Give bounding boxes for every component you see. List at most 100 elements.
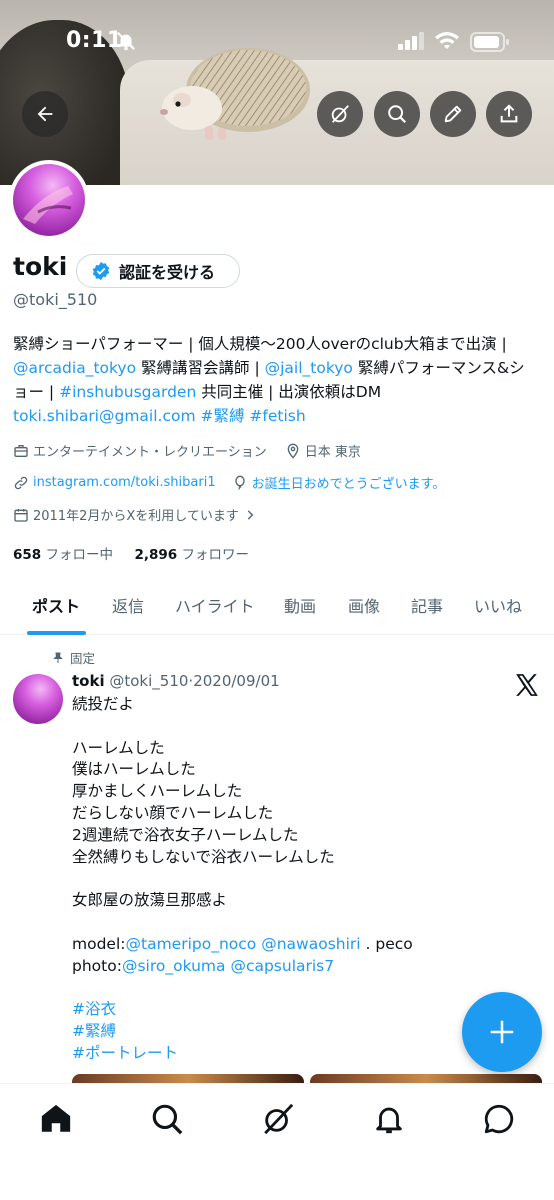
- link-icon: [14, 476, 28, 489]
- post-line: [72, 977, 413, 999]
- status-bar: 0:11: [0, 0, 554, 84]
- profile-website-link[interactable]: instagram.com/toki.shibari1: [33, 475, 216, 490]
- post-line: [72, 912, 413, 934]
- search-icon: [388, 105, 407, 124]
- bio-text: 緊縛ショーパフォーマー | 個人規模〜200人overのclub大箱まで出演 |: [13, 335, 507, 353]
- grok-nav-icon[interactable]: [261, 1102, 295, 1136]
- post-link[interactable]: @tameripo_noco: [126, 935, 257, 953]
- bell-icon[interactable]: [372, 1102, 406, 1136]
- birthday-message[interactable]: お誕生日おめでとうございます。: [252, 473, 446, 492]
- post-line: #浴衣: [72, 999, 413, 1021]
- share-icon: [500, 104, 518, 123]
- post-link[interactable]: @nawaoshiri: [261, 935, 360, 953]
- post-author[interactable]: toki: [72, 672, 105, 690]
- bio-text: 緊縛パフォーマンス&シ: [352, 359, 525, 377]
- edit-button[interactable]: [430, 91, 476, 137]
- avatar-image: [13, 164, 85, 236]
- post-line: #ポートレート: [72, 1043, 413, 1065]
- profile-category: エンターテイメント・レクリエーション: [33, 445, 267, 460]
- active-tab-indicator: [27, 631, 86, 635]
- profile-tabs: ポスト 返信 ハイライト 動画 画像 記事 いいね: [0, 583, 554, 635]
- post-date[interactable]: 2020/09/01: [193, 672, 279, 690]
- tab-photos[interactable]: 画像: [348, 593, 380, 617]
- bio-line: @arcadia_tokyo 緊縛講習会講師 | @jail_tokyo 緊縛パ…: [13, 356, 543, 380]
- pin-icon: [53, 652, 63, 663]
- grok-icon: [331, 105, 349, 123]
- followers-count: 2,896: [134, 547, 178, 563]
- post-avatar[interactable]: [13, 674, 63, 724]
- compose-button[interactable]: [462, 992, 542, 1072]
- verified-badge-icon: [92, 261, 110, 281]
- profile-meta-row-2: instagram.com/toki.shibari1 お誕生日おめでとうござい…: [13, 473, 445, 492]
- post-line: [72, 868, 413, 890]
- follow-stats: 658 フォロー中 2,896 フォロワー: [13, 543, 249, 563]
- chevron-right-icon: [247, 509, 254, 520]
- tab-videos[interactable]: 動画: [284, 593, 316, 617]
- back-button[interactable]: [22, 91, 68, 137]
- bio-text: ョー |: [13, 383, 60, 401]
- followers-link[interactable]: 2,896 フォロワー: [134, 547, 249, 563]
- profile-avatar[interactable]: [9, 160, 89, 240]
- pinned-label: 固定: [70, 651, 96, 666]
- post-line: photo:@siro_okuma @capsularis7: [72, 956, 413, 978]
- post-link[interactable]: @capsularis7: [230, 957, 334, 975]
- post-text: 全然縛りもしないで浴衣ハーレムした: [72, 847, 335, 866]
- share-button[interactable]: [486, 91, 532, 137]
- profile-handle: @toki_510: [13, 290, 98, 309]
- bio-link[interactable]: @arcadia_tokyo: [13, 359, 136, 377]
- plus-icon: [490, 1020, 514, 1044]
- bio-line: 緊縛ショーパフォーマー | 個人規模〜200人overのclub大箱まで出演 |: [13, 332, 543, 356]
- briefcase-icon: [14, 444, 28, 457]
- grok-button[interactable]: [317, 91, 363, 137]
- home-icon[interactable]: [39, 1102, 73, 1136]
- profile-bio: 緊縛ショーパフォーマー | 個人規模〜200人overのclub大箱まで出演 |…: [13, 332, 543, 428]
- calendar-icon: [14, 508, 28, 522]
- bio-link[interactable]: toki.shibari@gmail.com #緊縛 #fetish: [13, 407, 306, 425]
- profile-meta-row-1: エンターテイメント・レクリエーション 日本 東京: [13, 441, 361, 460]
- profile-location: 日本 東京: [304, 445, 361, 460]
- post-text: model:: [72, 934, 126, 953]
- tab-likes[interactable]: いいね: [474, 593, 522, 617]
- post-handle[interactable]: @toki_510: [109, 672, 188, 690]
- get-verified-button[interactable]: 認証を受ける: [76, 254, 240, 288]
- tab-highlights[interactable]: ハイライト: [175, 593, 255, 617]
- silent-bell-icon: [116, 31, 136, 51]
- post-link[interactable]: #浴衣: [72, 1000, 116, 1018]
- bio-line: toki.shibari@gmail.com #緊縛 #fetish: [13, 404, 543, 428]
- post-text: 厚かましくハーレムした: [72, 782, 243, 801]
- post-link[interactable]: @siro_okuma: [122, 957, 226, 975]
- post-header: toki @toki_510·2020/09/01: [72, 672, 280, 690]
- explore-icon[interactable]: [150, 1102, 184, 1136]
- post-line: 厚かましくハーレムした: [72, 781, 413, 803]
- bottom-navigation: [0, 1083, 554, 1200]
- pinned-indicator: 固定: [52, 648, 95, 667]
- post-line: だらしない顔でハーレムした: [72, 803, 413, 825]
- bio-link[interactable]: @jail_tokyo: [265, 359, 353, 377]
- post-line: ハーレムした: [72, 738, 413, 760]
- followers-label: フォロワー: [181, 547, 249, 563]
- display-name: toki: [13, 252, 68, 281]
- messages-icon[interactable]: [482, 1102, 516, 1136]
- tab-replies[interactable]: 返信: [112, 593, 144, 617]
- post-text: 女郎屋の放蕩旦那感よ: [72, 891, 228, 910]
- post-text: photo:: [72, 956, 122, 975]
- edit-pencil-icon: [444, 105, 462, 123]
- bio-link[interactable]: #inshubusgarden: [59, 383, 196, 401]
- post-text: 僕はハーレムした: [72, 760, 196, 779]
- tab-articles[interactable]: 記事: [411, 593, 443, 617]
- post-text: だらしない顔でハーレムした: [72, 803, 274, 822]
- back-arrow-icon: [37, 106, 53, 122]
- post-link[interactable]: #緊縛: [72, 1022, 116, 1040]
- following-link[interactable]: 658 フォロー中: [13, 547, 113, 563]
- location-pin-icon: [287, 443, 299, 459]
- post-line: 2週連続で浴衣女子ハーレムした: [72, 825, 413, 847]
- post-text: ハーレムした: [72, 738, 165, 757]
- tab-posts[interactable]: ポスト: [32, 593, 80, 617]
- post-link[interactable]: #ポートレート: [72, 1044, 178, 1062]
- x-logo-icon: [516, 674, 538, 696]
- search-button[interactable]: [374, 91, 420, 137]
- post-text: . peco: [360, 934, 413, 953]
- post-line: [72, 716, 413, 738]
- post-line: 全然縛りもしないで浴衣ハーレムした: [72, 847, 413, 869]
- profile-meta-row-3[interactable]: 2011年2月からXを利用しています: [13, 505, 257, 524]
